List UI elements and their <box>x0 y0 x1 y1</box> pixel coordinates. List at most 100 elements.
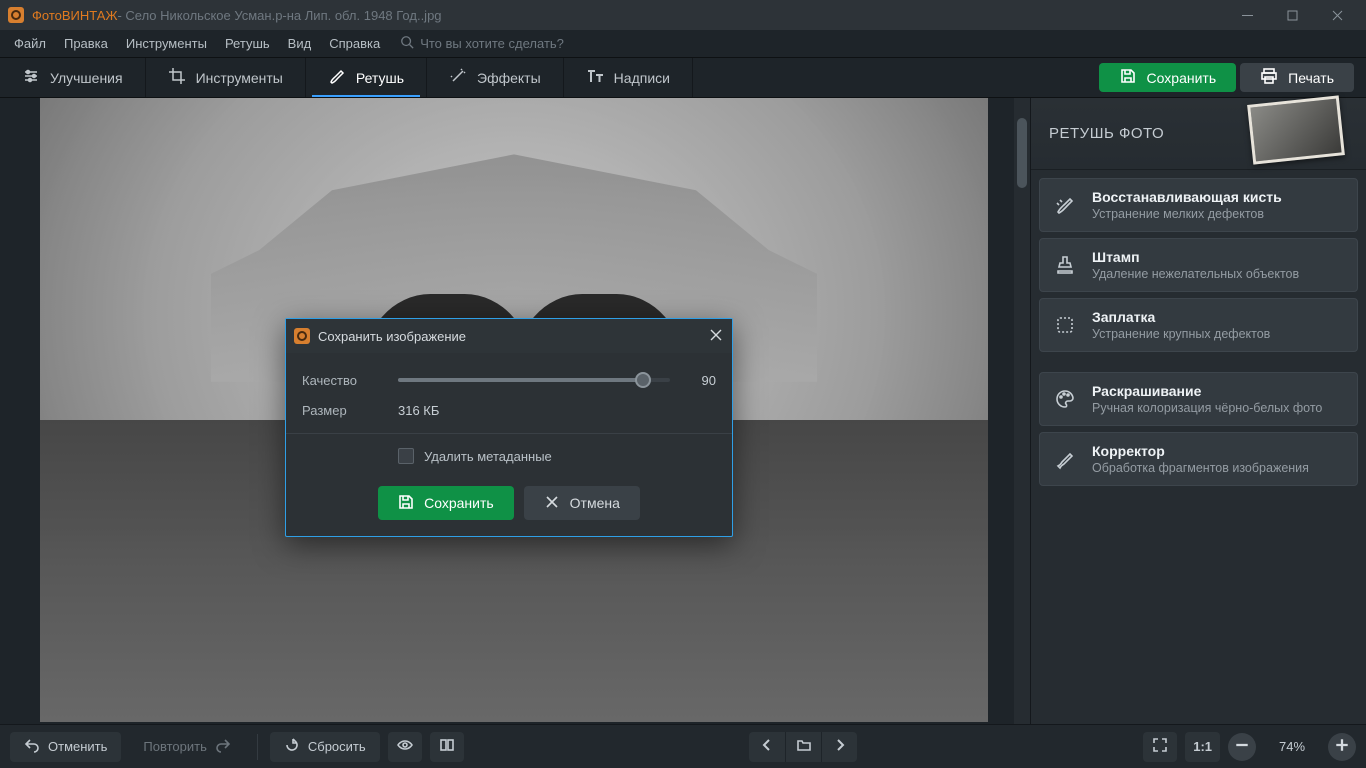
menu-help[interactable]: Справка <box>321 32 388 55</box>
dialog-save-button[interactable]: Сохранить <box>378 486 514 520</box>
compare-icon <box>439 737 455 756</box>
toolbar-save-label: Сохранить <box>1147 70 1217 86</box>
tab-retouch[interactable]: Ретушь <box>306 58 427 97</box>
reset-icon <box>284 737 300 756</box>
tab-captions[interactable]: Надписи <box>564 58 693 97</box>
improvements-icon <box>22 67 40 88</box>
undo-label: Отменить <box>48 739 107 754</box>
fit-screen-button[interactable] <box>1143 732 1177 762</box>
slider-knob[interactable] <box>635 372 651 388</box>
next-file-button[interactable] <box>821 732 857 762</box>
sidebar-item-patch[interactable]: Заплатка Устранение крупных дефектов <box>1039 298 1358 352</box>
open-folder-button[interactable] <box>785 732 821 762</box>
menu-edit[interactable]: Правка <box>56 32 116 55</box>
sidebar-item-title: Заплатка <box>1092 309 1270 325</box>
dialog-cancel-label: Отмена <box>570 495 620 511</box>
brush-icon <box>328 67 346 88</box>
menu-retouch[interactable]: Ретушь <box>217 32 278 55</box>
dialog-cancel-button[interactable]: Отмена <box>524 486 640 520</box>
menu-view[interactable]: Вид <box>280 32 320 55</box>
toolbar-print-label: Печать <box>1288 70 1334 86</box>
sidebar-item-colorize[interactable]: Раскрашивание Ручная колоризация чёрно-б… <box>1039 372 1358 426</box>
save-image-dialog: Сохранить изображение Качество 90 Размер… <box>285 318 733 537</box>
vertical-scrollbar[interactable] <box>1014 98 1030 724</box>
sidebar-item-title: Корректор <box>1092 443 1309 459</box>
tab-effects[interactable]: Эффекты <box>427 58 564 97</box>
window-minimize-button[interactable] <box>1225 0 1270 30</box>
sidebar-item-title: Штамп <box>1092 249 1299 265</box>
sidebar-item-title: Восстанавливающая кисть <box>1092 189 1282 205</box>
menubar: Файл Правка Инструменты Ретушь Вид Справ… <box>0 30 1366 58</box>
undo-button[interactable]: Отменить <box>10 732 121 762</box>
app-logo-icon <box>8 7 24 23</box>
window-maximize-button[interactable] <box>1270 0 1315 30</box>
toolbar-tabs: Улучшения Инструменты Ретушь Эффекты Над… <box>0 58 1366 98</box>
actual-size-button[interactable]: 1:1 <box>1185 732 1220 762</box>
tab-improvements[interactable]: Улучшения <box>0 58 146 97</box>
tab-label: Ретушь <box>356 70 404 86</box>
folder-icon <box>796 737 812 756</box>
sidebar-item-corrector[interactable]: Корректор Обработка фрагментов изображен… <box>1039 432 1358 486</box>
wand-icon <box>449 67 467 88</box>
app-logo-icon <box>294 328 310 344</box>
chevron-right-icon <box>832 737 848 756</box>
size-value: 316 КБ <box>398 403 439 418</box>
ratio-label: 1:1 <box>1193 739 1212 754</box>
undo-icon <box>24 737 40 756</box>
sidebar-item-sub: Удаление нежелательных объектов <box>1092 267 1299 281</box>
toolbar-save-button[interactable]: Сохранить <box>1099 63 1237 92</box>
dialog-close-button[interactable] <box>710 329 722 344</box>
sidebar-title: РЕТУШЬ ФОТО <box>1049 125 1164 142</box>
sidebar-item-sub: Обработка фрагментов изображения <box>1092 461 1309 475</box>
quality-value: 90 <box>684 373 716 388</box>
menu-tools[interactable]: Инструменты <box>118 32 215 55</box>
tab-label: Инструменты <box>196 70 283 86</box>
search-input[interactable]: Что вы хотите сделать? <box>420 36 600 51</box>
window-titlebar: ФотоВИНТАЖ - Село Никольское Усман.р-на … <box>0 0 1366 30</box>
quality-label: Качество <box>302 373 398 388</box>
toolbar-print-button[interactable]: Печать <box>1240 63 1354 92</box>
quality-slider[interactable] <box>398 378 670 382</box>
text-icon <box>586 67 604 88</box>
redo-button[interactable]: Повторить <box>129 732 244 762</box>
eye-icon <box>397 737 413 756</box>
healing-brush-icon <box>1052 192 1078 218</box>
scrollbar-thumb[interactable] <box>1017 118 1027 188</box>
zoom-in-button[interactable] <box>1328 733 1356 761</box>
palette-icon <box>1052 386 1078 412</box>
minus-icon <box>1234 737 1250 756</box>
tab-label: Улучшения <box>50 70 123 86</box>
reset-button[interactable]: Сбросить <box>270 732 380 762</box>
delete-metadata-label: Удалить метаданные <box>424 449 552 464</box>
search-icon <box>400 35 414 52</box>
menu-file[interactable]: Файл <box>6 32 54 55</box>
sidebar-item-healing-brush[interactable]: Восстанавливающая кисть Устранение мелки… <box>1039 178 1358 232</box>
chevron-left-icon <box>759 737 775 756</box>
redo-icon <box>215 737 231 756</box>
preview-toggle-button[interactable] <box>388 732 422 762</box>
window-close-button[interactable] <box>1315 0 1360 30</box>
sidebar-item-stamp[interactable]: Штамп Удаление нежелательных объектов <box>1039 238 1358 292</box>
tab-label: Эффекты <box>477 70 541 86</box>
zoom-value: 74% <box>1264 739 1320 754</box>
save-icon <box>398 494 414 513</box>
prev-file-button[interactable] <box>749 732 785 762</box>
reset-label: Сбросить <box>308 739 366 754</box>
fit-screen-icon <box>1152 737 1168 756</box>
crop-icon <box>168 67 186 88</box>
window-file-name: - Село Никольское Усман.р-на Лип. обл. 1… <box>117 8 441 23</box>
corrector-brush-icon <box>1052 446 1078 472</box>
file-nav-group <box>749 732 857 762</box>
redo-label: Повторить <box>143 739 206 754</box>
dialog-title: Сохранить изображение <box>318 329 466 344</box>
zoom-out-button[interactable] <box>1228 733 1256 761</box>
size-label: Размер <box>302 403 398 418</box>
delete-metadata-checkbox[interactable] <box>398 448 414 464</box>
app-name: ФотоВИНТАЖ <box>32 8 117 23</box>
dialog-save-label: Сохранить <box>424 495 494 511</box>
plus-icon <box>1334 737 1350 756</box>
sidebar-preview-thumb <box>1247 95 1345 164</box>
tab-tools[interactable]: Инструменты <box>146 58 306 97</box>
compare-toggle-button[interactable] <box>430 732 464 762</box>
save-icon <box>1119 67 1137 88</box>
